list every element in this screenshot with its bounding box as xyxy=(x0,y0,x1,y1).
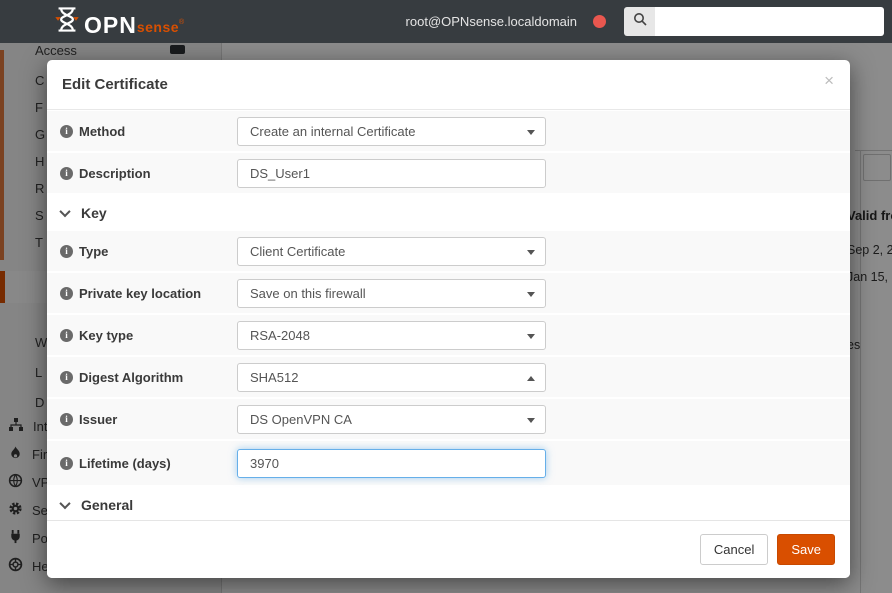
digest-algorithm-select[interactable]: SHA512 xyxy=(237,363,546,392)
status-dot xyxy=(593,15,606,28)
caret-down-icon xyxy=(527,130,535,135)
modal-header: Edit Certificate × xyxy=(47,60,850,110)
edit-certificate-modal: Edit Certificate × i Method Create an in… xyxy=(47,60,850,578)
info-icon[interactable]: i xyxy=(60,245,73,258)
brand-suffix: sense xyxy=(137,16,179,38)
description-input[interactable] xyxy=(237,159,546,188)
caret-down-icon xyxy=(527,334,535,339)
field-label: Description xyxy=(79,166,151,181)
info-icon[interactable]: i xyxy=(60,329,73,342)
selected-value: RSA-2048 xyxy=(250,328,310,343)
brand-name: OPN xyxy=(84,12,137,38)
selected-value: Create an internal Certificate xyxy=(250,124,415,139)
logged-in-user[interactable]: root@OPNsense.localdomain xyxy=(406,14,577,29)
selected-value: Client Certificate xyxy=(250,244,345,259)
selected-value: Save on this firewall xyxy=(250,286,366,301)
field-label: Type xyxy=(79,244,108,259)
form-row-method: i Method Create an internal Certificate xyxy=(47,111,850,153)
close-icon[interactable]: × xyxy=(824,72,834,89)
save-button[interactable]: Save xyxy=(777,534,835,565)
field-label: Issuer xyxy=(79,412,117,427)
form-row-key-type: i Key type RSA-2048 xyxy=(47,315,850,357)
info-icon[interactable]: i xyxy=(60,371,73,384)
chevron-down-icon xyxy=(59,498,70,509)
issuer-select[interactable]: DS OpenVPN CA xyxy=(237,405,546,434)
info-icon[interactable]: i xyxy=(60,413,73,426)
info-icon[interactable]: i xyxy=(60,125,73,138)
type-select[interactable]: Client Certificate xyxy=(237,237,546,266)
section-label: General xyxy=(81,497,133,513)
caret-down-icon xyxy=(527,292,535,297)
registered-mark: ® xyxy=(179,8,184,38)
certificate-form: i Method Create an internal Certificate … xyxy=(47,111,850,520)
lifetime-input[interactable] xyxy=(237,449,546,478)
caret-up-icon xyxy=(527,376,535,381)
field-label: Digest Algorithm xyxy=(79,370,183,385)
form-row-issuer: i Issuer DS OpenVPN CA xyxy=(47,399,850,441)
cancel-button[interactable]: Cancel xyxy=(700,534,768,565)
opnsense-logo[interactable]: OPNsense® xyxy=(54,6,184,38)
selected-value: DS OpenVPN CA xyxy=(250,412,352,427)
modal-title: Edit Certificate xyxy=(62,76,168,93)
section-label: Key xyxy=(81,205,107,221)
caret-down-icon xyxy=(527,418,535,423)
form-row-lifetime: i Lifetime (days) xyxy=(47,441,850,487)
section-key[interactable]: Key xyxy=(47,195,850,231)
global-search xyxy=(624,7,884,36)
form-row-type: i Type Client Certificate xyxy=(47,231,850,273)
field-label: Method xyxy=(79,124,125,139)
top-header-bar: OPNsense® root@OPNsense.localdomain xyxy=(0,0,892,43)
field-label: Lifetime (days) xyxy=(79,456,171,471)
info-icon[interactable]: i xyxy=(60,287,73,300)
field-label: Private key location xyxy=(79,286,201,301)
field-label: Key type xyxy=(79,328,133,343)
info-icon[interactable]: i xyxy=(60,457,73,470)
form-row-digest-algorithm: i Digest Algorithm SHA512 xyxy=(47,357,850,399)
selected-value: SHA512 xyxy=(250,370,298,385)
section-general[interactable]: General xyxy=(47,487,850,520)
private-key-location-select[interactable]: Save on this firewall xyxy=(237,279,546,308)
key-type-select[interactable]: RSA-2048 xyxy=(237,321,546,350)
method-select[interactable]: Create an internal Certificate xyxy=(237,117,546,146)
search-addon xyxy=(624,7,655,36)
chevron-down-icon xyxy=(59,206,70,217)
form-row-private-key-location: i Private key location Save on this fire… xyxy=(47,273,850,315)
form-row-description: i Description xyxy=(47,153,850,195)
info-icon[interactable]: i xyxy=(60,167,73,180)
caret-down-icon xyxy=(527,250,535,255)
opnsense-hourglass-icon xyxy=(54,6,80,38)
modal-footer: Cancel Save xyxy=(47,520,850,578)
search-input[interactable] xyxy=(655,7,884,36)
search-icon xyxy=(633,12,647,31)
opnsense-page: OPNsense® root@OPNsense.localdomain Acce… xyxy=(0,0,892,593)
